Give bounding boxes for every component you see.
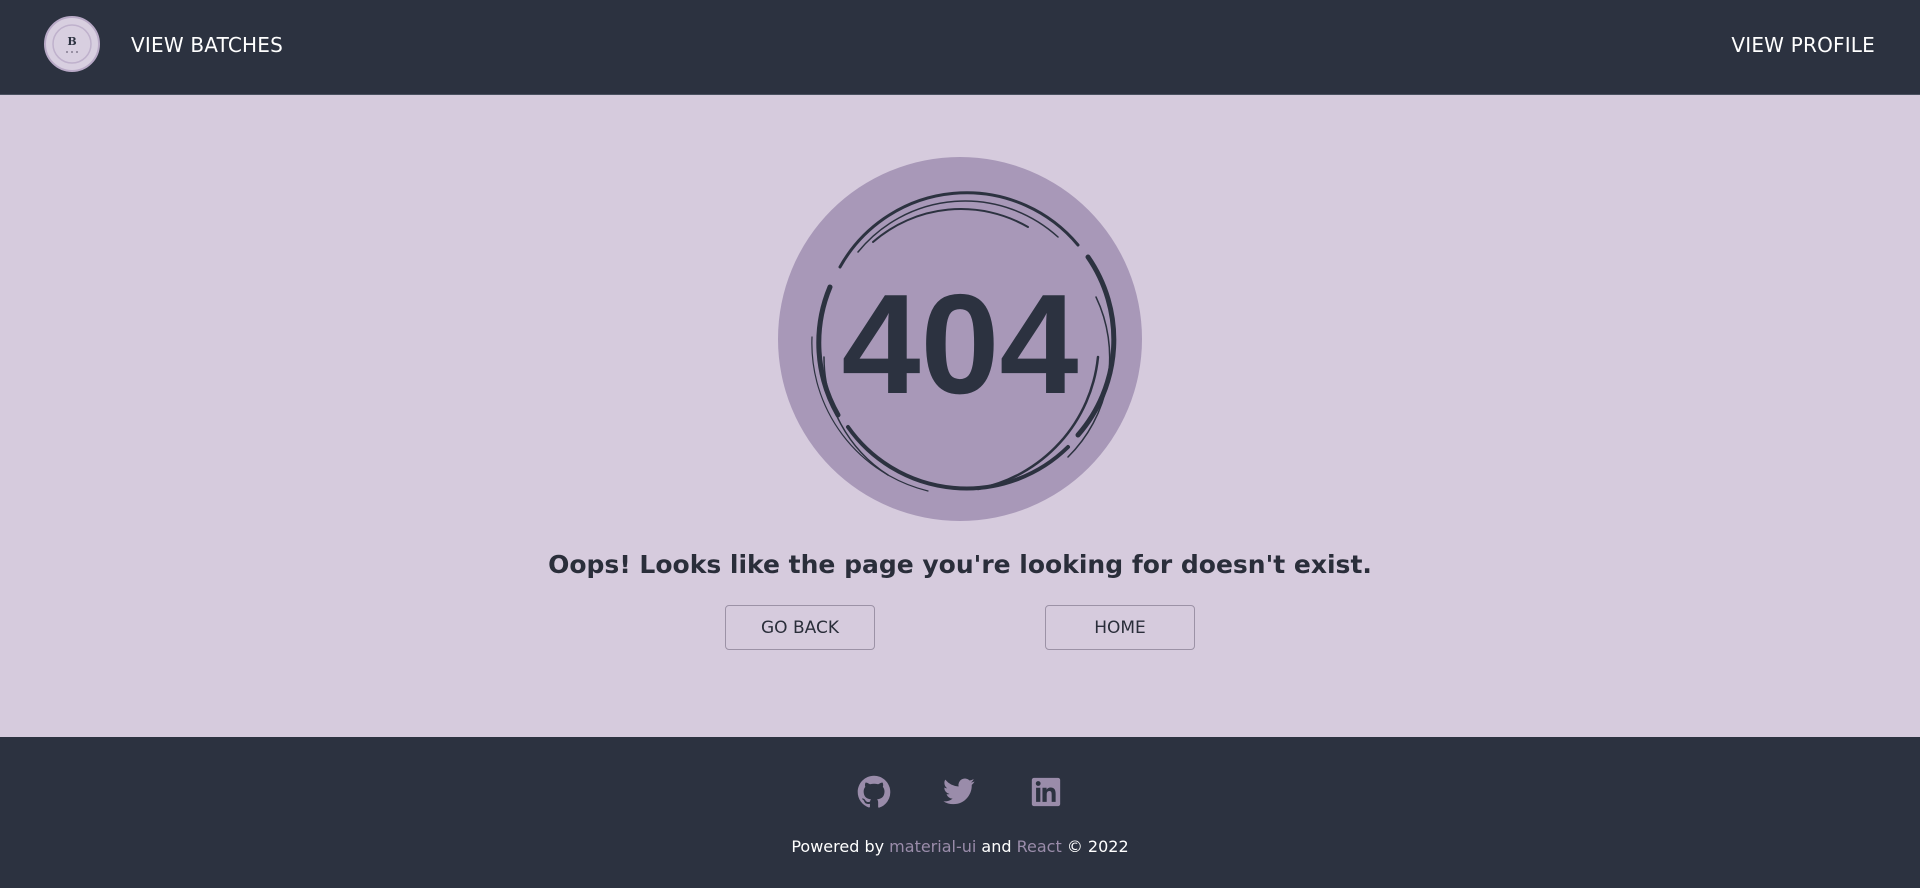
main-content: 404 Oops! Looks like the page you're loo… bbox=[0, 95, 1920, 737]
material-ui-link[interactable]: material-ui bbox=[889, 837, 976, 856]
copyright-text: © 2022 bbox=[1066, 837, 1129, 856]
linkedin-icon[interactable] bbox=[1029, 775, 1063, 809]
github-icon[interactable] bbox=[857, 775, 891, 809]
error-illustration: 404 bbox=[778, 157, 1142, 521]
react-link[interactable]: React bbox=[1017, 837, 1062, 856]
go-back-button[interactable]: GO BACK bbox=[725, 605, 875, 650]
error-message: Oops! Looks like the page you're looking… bbox=[548, 550, 1372, 579]
logo-icon: B bbox=[52, 24, 92, 64]
logo-letter: B bbox=[67, 35, 76, 48]
top-navbar: B VIEW BATCHES VIEW PROFILE bbox=[0, 0, 1920, 95]
nav-view-batches[interactable]: VIEW BATCHES bbox=[131, 33, 283, 57]
and-text: and bbox=[981, 837, 1012, 856]
nav-view-profile[interactable]: VIEW PROFILE bbox=[1731, 33, 1875, 57]
powered-by-text: Powered by bbox=[791, 837, 885, 856]
twitter-icon[interactable] bbox=[942, 775, 976, 809]
footer-credits: Powered by material-ui and React © 2022 bbox=[0, 837, 1920, 856]
home-button[interactable]: HOME bbox=[1045, 605, 1195, 650]
error-code: 404 bbox=[842, 265, 1079, 424]
footer: Powered by material-ui and React © 2022 bbox=[0, 737, 1920, 888]
logo[interactable]: B bbox=[44, 16, 100, 72]
